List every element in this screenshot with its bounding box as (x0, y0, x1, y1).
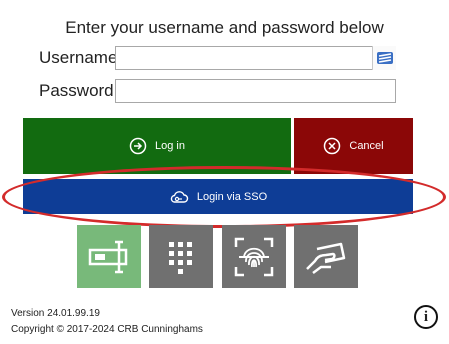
sso-button-label: Login via SSO (196, 190, 268, 203)
username-label: Username (39, 48, 118, 67)
card-reader-login-button[interactable] (77, 225, 141, 288)
login-button-label: Log in (155, 140, 185, 152)
sso-login-button[interactable]: Login via SSO (23, 179, 413, 214)
username-input[interactable] (115, 46, 373, 70)
info-icon[interactable]: i (414, 305, 438, 329)
keypad-login-button[interactable] (149, 225, 213, 288)
keypad-icon (169, 241, 192, 274)
login-arrow-icon (129, 137, 147, 155)
hand-card-icon (306, 242, 346, 274)
login-button[interactable]: Log in (23, 118, 291, 174)
fingerprint-icon (234, 237, 274, 276)
copyright-text: Copyright © 2017-2024 CRB Cunninghams (11, 324, 203, 335)
cancel-button-label: Cancel (349, 140, 384, 152)
version-text: Version 24.01.99.19 (11, 308, 100, 319)
password-label: Password (39, 81, 114, 100)
cancel-x-icon (324, 137, 341, 155)
hand-card-login-button[interactable] (294, 225, 358, 288)
fingerprint-login-button[interactable] (222, 225, 286, 288)
login-heading: Enter your username and password below (65, 18, 384, 37)
on-screen-keyboard-icon[interactable] (372, 46, 396, 70)
cloud-key-icon (170, 190, 189, 203)
cancel-button[interactable]: Cancel (294, 118, 413, 174)
password-input[interactable] (115, 79, 396, 103)
card-reader-icon (88, 240, 128, 273)
